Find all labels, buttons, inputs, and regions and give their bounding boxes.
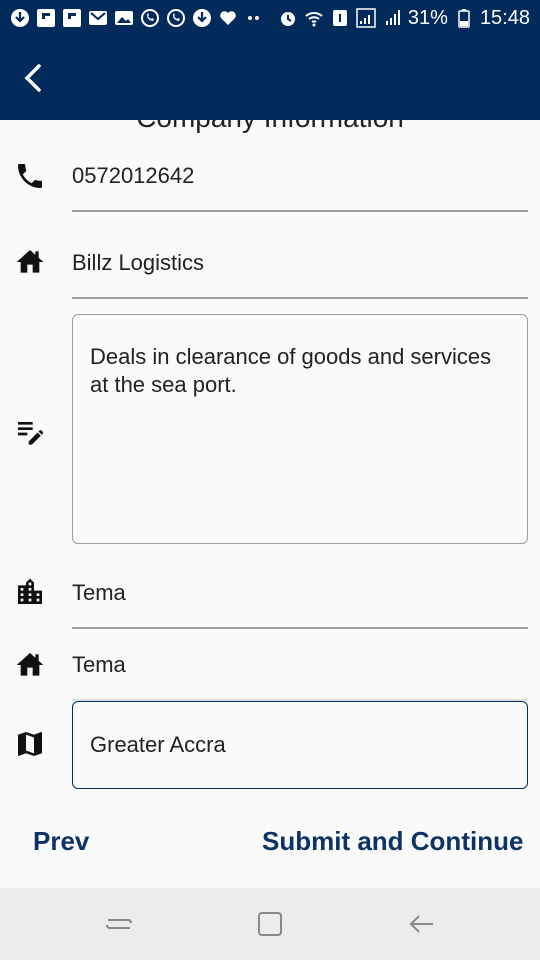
- download-icon: [11, 9, 29, 27]
- city-underline: [72, 627, 528, 629]
- sim-1-icon: [332, 10, 347, 26]
- back-arrow-icon[interactable]: [405, 908, 437, 940]
- alarm-icon: [280, 12, 295, 26]
- system-status: 31% 15:48: [278, 6, 530, 30]
- town-field[interactable]: Tema: [72, 652, 126, 678]
- clock: 15:48: [479, 6, 530, 29]
- heart-icon: [220, 11, 236, 25]
- app-bar: [0, 36, 540, 120]
- phone-field[interactable]: 0572012642: [72, 163, 194, 189]
- region-field[interactable]: Greater Accra: [72, 701, 528, 789]
- system-navigation-bar: [0, 888, 540, 960]
- submit-and-continue-button[interactable]: Submit and Continue: [262, 826, 523, 857]
- home-icon: [16, 250, 44, 273]
- flipboard-icon: [63, 9, 81, 27]
- phone-icon: [18, 164, 42, 188]
- company-name-underline: [72, 297, 528, 299]
- gallery-icon: [115, 11, 133, 25]
- gmail-icon: [89, 11, 107, 25]
- phone-underline: [72, 210, 528, 212]
- download-icon: [193, 9, 211, 27]
- back-button[interactable]: [14, 58, 54, 98]
- description-textarea[interactable]: Deals in clearance of goods and services…: [72, 314, 528, 544]
- flipboard-icon: [37, 9, 55, 27]
- form-content: Company Information 0572012642 Billz Log…: [0, 120, 540, 888]
- whatsapp-icon: [141, 9, 159, 27]
- description-text: Deals in clearance of goods and services…: [90, 344, 492, 397]
- map-icon: [18, 732, 42, 756]
- home-button-icon[interactable]: [254, 908, 286, 940]
- wifi-icon: [305, 12, 323, 27]
- section-title: Company Information: [0, 120, 540, 134]
- status-bar: 31% 15:48: [0, 0, 540, 36]
- home-icon: [16, 653, 44, 676]
- prev-button[interactable]: Prev: [33, 826, 89, 857]
- battery-percent: 31%: [407, 6, 448, 29]
- edit-notes-icon: [18, 422, 44, 445]
- signal-icon: [385, 10, 400, 25]
- chevron-left-icon: [24, 64, 41, 92]
- whatsapp-icon: [167, 9, 185, 27]
- signal-icon: [356, 8, 376, 28]
- recent-apps-icon[interactable]: [103, 908, 135, 940]
- city-icon: [18, 578, 42, 604]
- more-dots-icon: [248, 16, 259, 20]
- city-field[interactable]: Tema: [72, 580, 126, 606]
- notification-icons: [10, 7, 264, 29]
- region-value: Greater Accra: [90, 732, 226, 757]
- battery-icon: [458, 9, 470, 28]
- company-name-field[interactable]: Billz Logistics: [72, 250, 204, 276]
